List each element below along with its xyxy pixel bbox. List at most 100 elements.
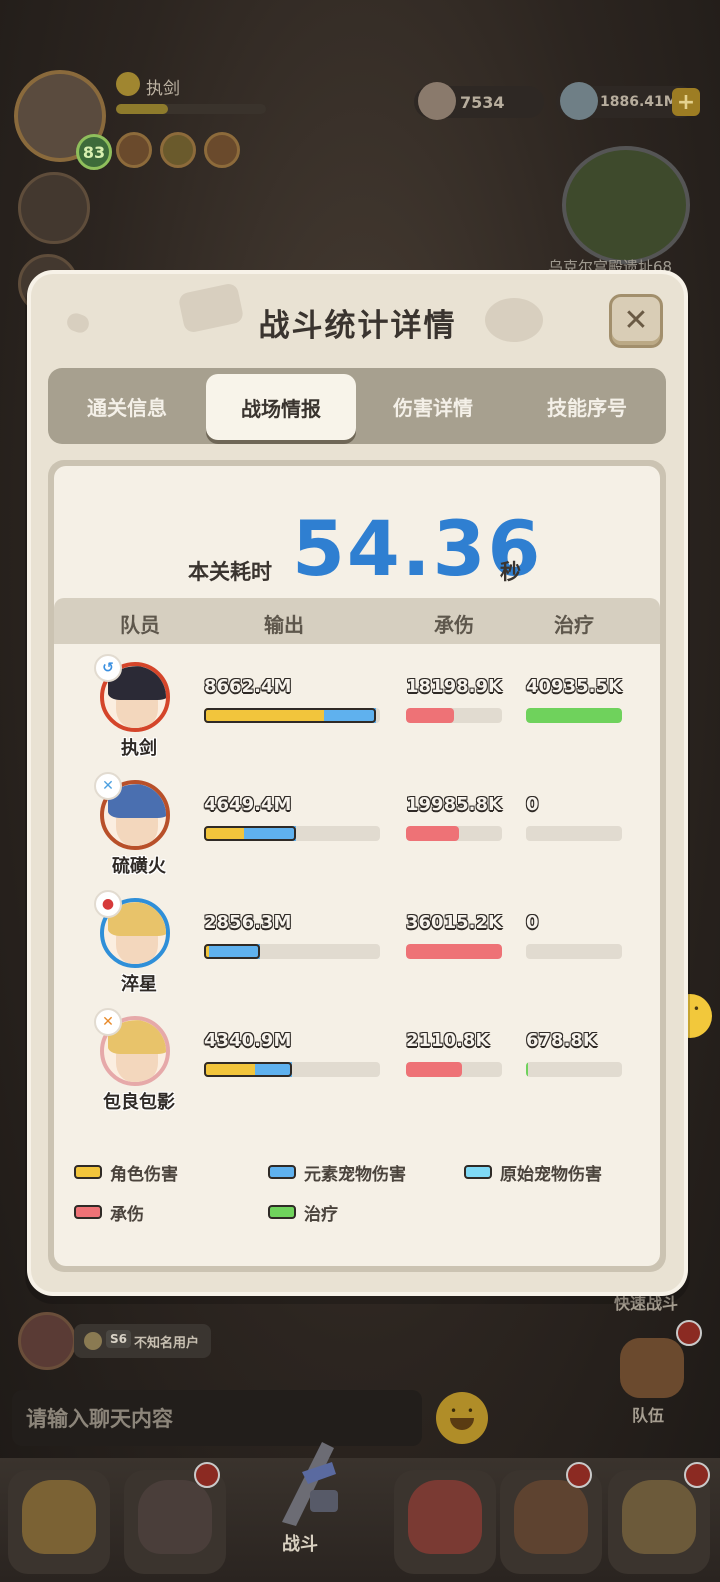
damage-taken-value: 2110.8K xyxy=(406,1030,490,1051)
damage-taken-fill xyxy=(406,826,459,841)
output-bar-elem-segment xyxy=(244,826,296,841)
stats-panel-inner: 本关耗时 54.36 秒 队员 输出 承伤 治疗 ↺ 执剑 8662.4M 18198… xyxy=(54,466,660,1266)
member-name: 包良包影 xyxy=(103,1092,175,1113)
player-level-badge: 83 xyxy=(76,134,112,170)
damage-taken-fill xyxy=(406,1062,462,1077)
column-member: 队员 xyxy=(120,613,160,637)
close-button[interactable]: ✕ xyxy=(609,294,663,348)
add-gold-button[interactable]: + xyxy=(672,88,700,116)
heal-fill xyxy=(526,708,622,723)
stats-panel: 本关耗时 54.36 秒 队员 输出 承伤 治疗 ↺ 执剑 8662.4M 18198… xyxy=(48,460,666,1272)
output-bar xyxy=(204,708,380,723)
gem-counter[interactable]: 7534 xyxy=(414,82,544,120)
legend-damage-taken: 承伤 xyxy=(74,1200,144,1225)
column-damage-taken: 承伤 xyxy=(434,613,474,637)
member-name: 淬星 xyxy=(121,974,157,995)
output-value: 4649.4M xyxy=(204,794,292,815)
damage-taken-fill xyxy=(406,944,502,959)
member-name: 硫磺火 xyxy=(112,856,166,877)
gold-icon xyxy=(560,82,598,120)
output-bar-elem-segment xyxy=(323,708,377,723)
buff-icon[interactable] xyxy=(204,132,240,168)
clear-time-row: 本关耗时 54.36 秒 xyxy=(54,504,660,593)
column-heal: 治疗 xyxy=(554,613,594,637)
output-value: 4340.9M xyxy=(204,1030,292,1051)
output-bar-elem-segment xyxy=(209,944,261,959)
chat-user-row[interactable]: S6 不知名用户 xyxy=(18,1312,318,1372)
damage-taken-value: 36015.2K xyxy=(406,912,502,933)
tab-skill-order[interactable]: 技能序号 xyxy=(512,368,662,444)
member-row[interactable]: ● 淬星 2856.3M 36015.2K 0 xyxy=(54,888,660,1006)
legend-swatch xyxy=(268,1165,296,1179)
tab-bar: 通关信息 战场情报 伤害详情 技能序号 xyxy=(48,368,666,444)
player-name: 执剑 xyxy=(146,79,180,99)
nav-battle-label[interactable]: 战斗 xyxy=(282,1530,318,1556)
element-badge-icon: ↺ xyxy=(94,654,122,682)
heal-fill xyxy=(526,1062,528,1077)
output-bar-role-segment xyxy=(204,826,245,841)
smile-icon xyxy=(116,72,140,96)
output-bar xyxy=(204,944,380,959)
output-bar-role-segment xyxy=(204,1062,256,1077)
member-name: 执剑 xyxy=(121,738,157,759)
nav-slot-1[interactable] xyxy=(8,1470,110,1574)
gold-counter[interactable]: 1886.41M + xyxy=(556,82,700,120)
nav-slot-4[interactable] xyxy=(394,1470,496,1574)
side-avatar[interactable] xyxy=(18,172,90,244)
damage-taken-fill xyxy=(406,708,454,723)
chat-user-avatar xyxy=(18,1312,76,1370)
element-badge-icon: ✕ xyxy=(94,1008,122,1036)
damage-taken-bar xyxy=(406,1062,502,1077)
damage-taken-value: 19985.8K xyxy=(406,794,502,815)
chat-user-name: 不知名用户 xyxy=(134,1335,200,1351)
quick-battle-label[interactable]: 快速战斗 xyxy=(614,1290,678,1314)
nav-art xyxy=(408,1480,482,1554)
heal-value: 678.8K xyxy=(526,1030,597,1051)
member-row[interactable]: ✕ 硫磺火 4649.4M 19985.8K 0 xyxy=(54,770,660,888)
heal-value: 0 xyxy=(526,912,539,933)
notify-dot xyxy=(566,1462,592,1488)
gem-icon xyxy=(418,82,456,120)
battle-sword-icon[interactable] xyxy=(262,1432,346,1528)
nav-art xyxy=(514,1480,588,1554)
tab-damage-details[interactable]: 伤害详情 xyxy=(358,368,508,444)
heal-bar xyxy=(526,1062,622,1077)
output-bar-role-segment xyxy=(204,708,324,723)
damage-taken-value: 18198.9K xyxy=(406,676,502,697)
member-row[interactable]: ✕ 包良包影 4340.9M 2110.8K 678.8K xyxy=(54,1006,660,1124)
legend-label: 原始宠物伤害 xyxy=(500,1164,602,1185)
legend-label: 治疗 xyxy=(304,1204,338,1225)
stats-legend: 角色伤害 元素宠物伤害 原始宠物伤害 承伤 治疗 xyxy=(54,1160,660,1250)
heal-value: 0 xyxy=(526,794,539,815)
member-row[interactable]: ↺ 执剑 8662.4M 18198.9K 40935.5K xyxy=(54,652,660,770)
output-value: 8662.4M xyxy=(204,676,292,697)
output-value: 2856.3M xyxy=(204,912,292,933)
notify-dot xyxy=(676,1320,702,1346)
notify-dot xyxy=(684,1462,710,1488)
minimap[interactable] xyxy=(562,146,690,264)
legend-swatch xyxy=(268,1205,296,1219)
chat-input[interactable]: 请输入聊天内容 xyxy=(12,1390,422,1446)
team-label[interactable]: 队伍 xyxy=(632,1402,664,1426)
tab-battlefield-intel[interactable]: 战场情报 xyxy=(206,374,356,440)
clear-time-unit: 秒 xyxy=(500,560,521,584)
nav-art xyxy=(138,1480,212,1554)
damage-taken-bar xyxy=(406,708,502,723)
legend-heal: 治疗 xyxy=(268,1200,338,1225)
legend-label: 角色伤害 xyxy=(110,1164,178,1185)
buff-icon[interactable] xyxy=(116,132,152,168)
chat-user-tag: S6 不知名用户 xyxy=(74,1324,212,1358)
team-icon[interactable] xyxy=(620,1338,684,1398)
heal-bar xyxy=(526,708,622,723)
buff-icon[interactable] xyxy=(160,132,196,168)
column-output: 输出 xyxy=(264,613,304,637)
notify-dot xyxy=(194,1462,220,1488)
bottom-nav xyxy=(0,1458,720,1582)
tab-clear-info[interactable]: 通关信息 xyxy=(52,368,202,444)
heal-value: 40935.5K xyxy=(526,676,622,697)
coin-icon xyxy=(84,1332,102,1350)
emoji-button[interactable] xyxy=(436,1392,488,1444)
heal-bar xyxy=(526,944,622,959)
nav-slot-5[interactable] xyxy=(500,1470,602,1574)
stats-table-header: 队员 输出 承伤 治疗 xyxy=(54,598,660,644)
